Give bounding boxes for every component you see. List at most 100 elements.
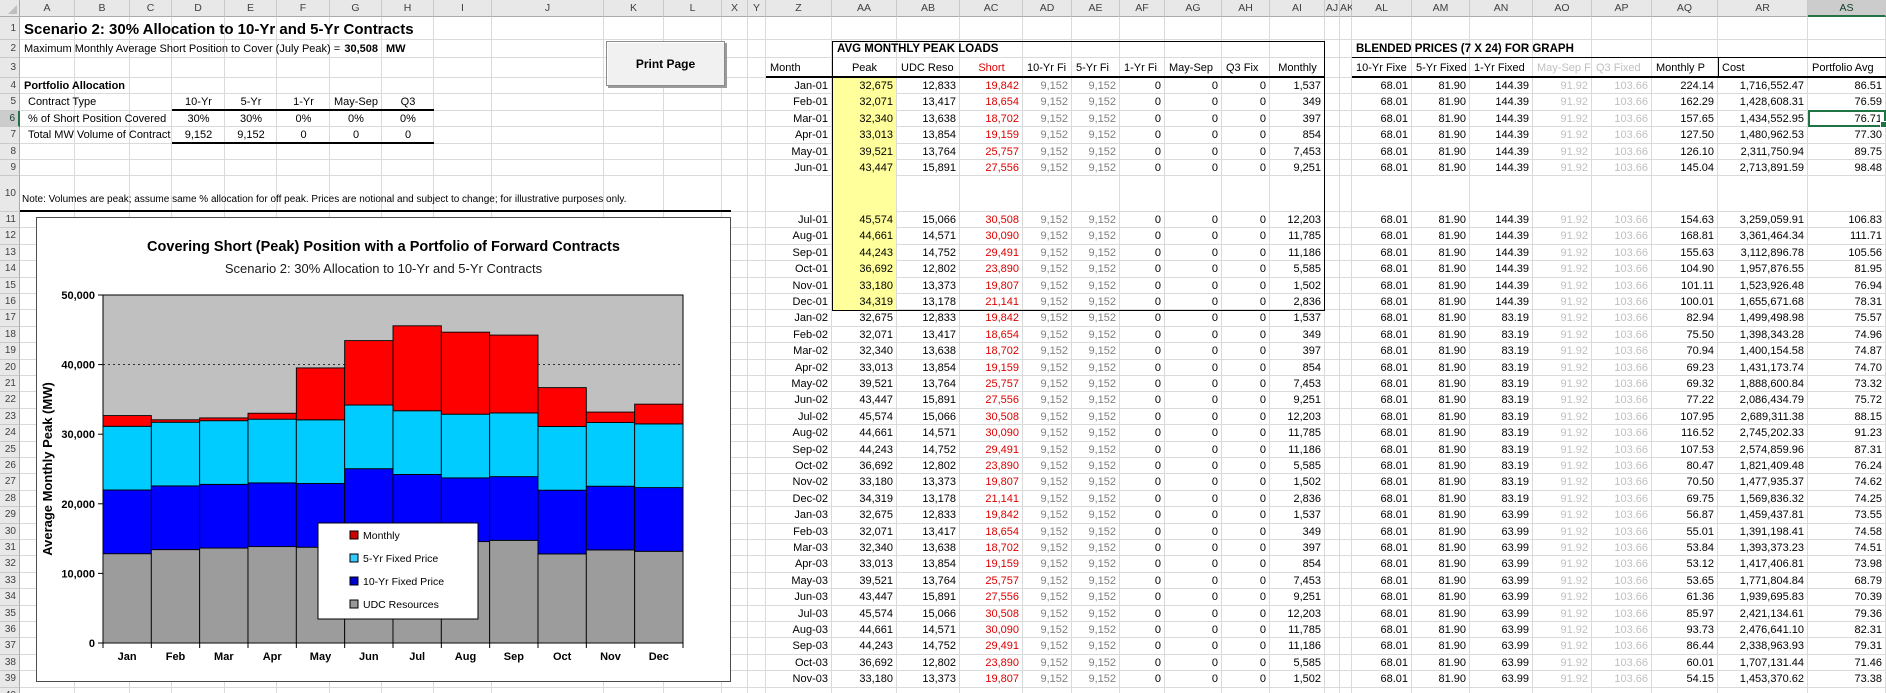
blended-cell[interactable]: 103.66 [1592, 127, 1652, 143]
peak-cell[interactable]: 12,802 [897, 655, 960, 671]
peak-cell[interactable]: 13,373 [897, 278, 960, 294]
blended-col-header[interactable]: May-Sep F [1533, 58, 1592, 78]
peak-cell[interactable]: 19,807 [960, 278, 1023, 294]
blended-table-title[interactable]: BLENDED PRICES (7 X 24) FOR GRAPH [1356, 41, 1574, 58]
blended-cell[interactable]: 76.24 [1808, 458, 1886, 474]
bar-segment[interactable] [151, 486, 199, 550]
blended-cell[interactable]: 68.01 [1352, 606, 1412, 622]
blended-cell[interactable]: 81.90 [1412, 524, 1470, 540]
blended-cell[interactable]: 68.01 [1352, 458, 1412, 474]
month-cell[interactable]: Jul-01 [766, 212, 832, 228]
blended-cell[interactable]: 68.01 [1352, 310, 1412, 326]
blended-cell[interactable]: 144.39 [1470, 212, 1533, 228]
blended-cell[interactable]: 68.01 [1352, 376, 1412, 392]
bar-segment[interactable] [200, 418, 248, 421]
peak-cell[interactable]: 9,152 [1023, 655, 1072, 671]
peak-cell[interactable]: 0 [1222, 556, 1270, 572]
blended-cell[interactable]: 103.66 [1592, 622, 1652, 638]
peak-cell[interactable]: 30,090 [960, 228, 1023, 244]
month-cell[interactable]: Jan-01 [766, 78, 832, 94]
blended-cell[interactable]: 91.92 [1533, 228, 1592, 244]
column-header-Y[interactable]: Y [748, 0, 766, 17]
peak-cell[interactable]: 44,661 [832, 425, 897, 441]
peak-cell[interactable]: 19,159 [960, 127, 1023, 143]
peak-cell[interactable]: 9,152 [1023, 589, 1072, 605]
pct-covered-1yr[interactable]: 0% [277, 111, 330, 128]
blended-cell[interactable]: 91.23 [1808, 425, 1886, 441]
peak-cell[interactable]: 0 [1120, 78, 1165, 94]
peak-cell[interactable]: 9,152 [1023, 144, 1072, 160]
blended-cell[interactable]: 81.90 [1412, 94, 1470, 110]
bar-segment[interactable] [393, 411, 441, 475]
blended-cell[interactable]: 63.99 [1470, 671, 1533, 687]
peak-cell[interactable]: 9,152 [1023, 671, 1072, 687]
bar-segment[interactable] [441, 332, 489, 414]
blended-cell[interactable]: 107.53 [1652, 442, 1718, 458]
peak-cell[interactable]: 0 [1120, 491, 1165, 507]
blended-cell[interactable]: 83.19 [1470, 360, 1533, 376]
bar-segment[interactable] [248, 419, 296, 483]
blended-cell[interactable]: 103.66 [1592, 507, 1652, 523]
blended-cell[interactable]: 53.12 [1652, 556, 1718, 572]
peak-cell[interactable]: 9,152 [1023, 392, 1072, 408]
blended-cell[interactable]: 91.92 [1533, 524, 1592, 540]
peak-cell[interactable]: 349 [1270, 327, 1325, 343]
peak-cell[interactable]: 0 [1222, 524, 1270, 540]
peak-cell[interactable]: 27,556 [960, 589, 1023, 605]
blended-cell[interactable]: 81.90 [1412, 376, 1470, 392]
blended-cell[interactable]: 81.90 [1412, 491, 1470, 507]
blended-cell[interactable]: 103.66 [1592, 556, 1652, 572]
blended-cell[interactable]: 83.19 [1470, 491, 1533, 507]
blended-cell[interactable]: 81.90 [1412, 442, 1470, 458]
blended-cell[interactable]: 91.92 [1533, 573, 1592, 589]
peak-cell[interactable]: 0 [1222, 638, 1270, 654]
peak-cell[interactable]: 0 [1120, 622, 1165, 638]
month-cell[interactable]: Apr-03 [766, 556, 832, 572]
column-header-C[interactable]: C [130, 0, 172, 17]
column-header-H[interactable]: H [382, 0, 434, 17]
blended-cell[interactable]: 81.95 [1808, 261, 1886, 277]
peak-cell[interactable]: 13,854 [897, 556, 960, 572]
peak-cell[interactable]: 9,152 [1072, 606, 1120, 622]
peak-cell[interactable]: 0 [1120, 376, 1165, 392]
blended-cell[interactable]: 81.90 [1412, 474, 1470, 490]
peak-cell[interactable]: 9,152 [1023, 160, 1072, 176]
row-header-30[interactable]: 30 [0, 524, 20, 540]
blended-cell[interactable]: 68.01 [1352, 127, 1412, 143]
blended-cell[interactable]: 68.01 [1352, 144, 1412, 160]
month-cell[interactable]: Jan-03 [766, 507, 832, 523]
blended-cell[interactable]: 103.66 [1592, 589, 1652, 605]
blended-cell[interactable]: 81.90 [1412, 111, 1470, 127]
blended-cell[interactable]: 91.92 [1533, 458, 1592, 474]
peak-cell[interactable]: 9,152 [1072, 94, 1120, 110]
pct-covered-10yr[interactable]: 30% [172, 111, 225, 128]
blended-cell[interactable]: 53.65 [1652, 573, 1718, 589]
peak-cell[interactable]: 19,842 [960, 507, 1023, 523]
bar-segment[interactable] [151, 550, 199, 643]
peak-cell[interactable]: 0 [1222, 94, 1270, 110]
month-cell[interactable]: Oct-01 [766, 261, 832, 277]
blended-cell[interactable]: 70.94 [1652, 343, 1718, 359]
bar-segment[interactable] [586, 486, 634, 550]
blended-cell[interactable]: 68.01 [1352, 327, 1412, 343]
month-cell[interactable]: May-03 [766, 573, 832, 589]
blended-cell[interactable]: 144.39 [1470, 160, 1533, 176]
blended-cell[interactable]: 2,689,311.38 [1718, 409, 1808, 425]
blended-cell[interactable]: 105.56 [1808, 245, 1886, 261]
peak-cell[interactable]: 9,251 [1270, 589, 1325, 605]
blended-cell[interactable]: 81.90 [1412, 228, 1470, 244]
blended-cell[interactable]: 91.92 [1533, 671, 1592, 687]
peak-cell[interactable]: 0 [1165, 556, 1222, 572]
row-header-12[interactable]: 12 [0, 228, 20, 244]
blended-cell[interactable]: 74.87 [1808, 343, 1886, 359]
blended-cell[interactable]: 103.66 [1592, 310, 1652, 326]
peak-cell[interactable]: 13,178 [897, 491, 960, 507]
blended-cell[interactable]: 63.99 [1470, 589, 1533, 605]
column-header-F[interactable]: F [277, 0, 330, 17]
blended-cell[interactable]: 74.58 [1808, 524, 1886, 540]
blended-cell[interactable]: 71.46 [1808, 655, 1886, 671]
column-header-AS[interactable]: AS [1808, 0, 1886, 17]
blended-cell[interactable]: 91.92 [1533, 507, 1592, 523]
blended-cell[interactable]: 103.66 [1592, 655, 1652, 671]
blended-cell[interactable]: 1,655,671.68 [1718, 294, 1808, 310]
